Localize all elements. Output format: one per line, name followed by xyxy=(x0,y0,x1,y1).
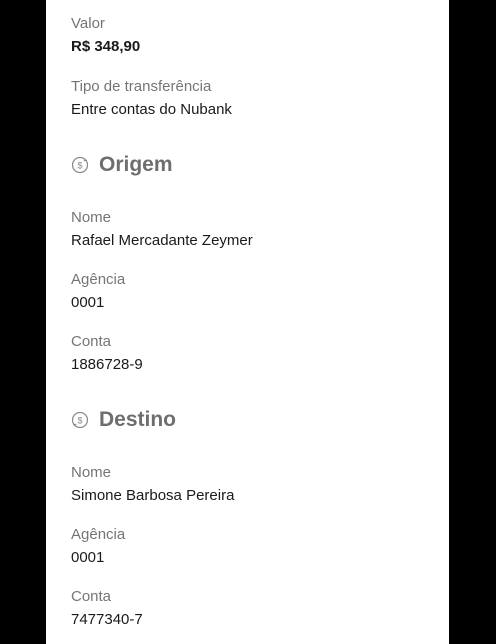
tipo-transferencia-value: Entre contas do Nubank xyxy=(71,101,232,118)
tipo-transferencia-label: Tipo de transferência xyxy=(71,78,212,95)
origem-nome-value: Rafael Mercadante Zeymer xyxy=(71,232,253,249)
destino-title: Destino xyxy=(99,408,177,431)
origem-agencia-label: Agência xyxy=(71,271,126,288)
valor-field: Valor R$ 348,90 xyxy=(71,15,140,56)
destino-nome-value: Simone Barbosa Pereira xyxy=(71,487,235,504)
tipo-transferencia-field: Tipo de transferência Entre contas do Nu… xyxy=(71,78,232,119)
svg-text:$: $ xyxy=(77,160,82,170)
destino-section-header: $ Destino xyxy=(71,407,176,433)
origem-agencia-value: 0001 xyxy=(71,294,105,311)
origem-conta-value: 1886728-9 xyxy=(71,356,143,373)
money-transfer-icon: $ xyxy=(71,156,89,174)
destino-conta-field: Conta 7477340-7 xyxy=(71,588,143,629)
svg-text:$: $ xyxy=(77,415,82,425)
destino-agencia-value: 0001 xyxy=(71,549,105,566)
money-transfer-icon: $ xyxy=(71,411,89,429)
origem-conta-field: Conta 1886728-9 xyxy=(71,333,143,374)
destino-conta-label: Conta xyxy=(71,588,112,605)
destino-agencia-field: Agência 0001 xyxy=(71,526,125,567)
origem-title: Origem xyxy=(99,153,173,176)
origem-section-header: $ Origem xyxy=(71,152,173,178)
valor-value: R$ 348,90 xyxy=(71,38,141,55)
origem-nome-label: Nome xyxy=(71,209,112,226)
origem-nome-field: Nome Rafael Mercadante Zeymer xyxy=(71,209,253,250)
origem-agencia-field: Agência 0001 xyxy=(71,271,125,312)
valor-label: Valor xyxy=(71,15,105,32)
origem-conta-label: Conta xyxy=(71,333,112,350)
destino-nome-label: Nome xyxy=(71,464,112,481)
destino-agencia-label: Agência xyxy=(71,526,126,543)
receipt-panel: Valor R$ 348,90 Tipo de transferência En… xyxy=(46,0,449,644)
destino-conta-value: 7477340-7 xyxy=(71,611,143,628)
destino-nome-field: Nome Simone Barbosa Pereira xyxy=(71,464,234,505)
